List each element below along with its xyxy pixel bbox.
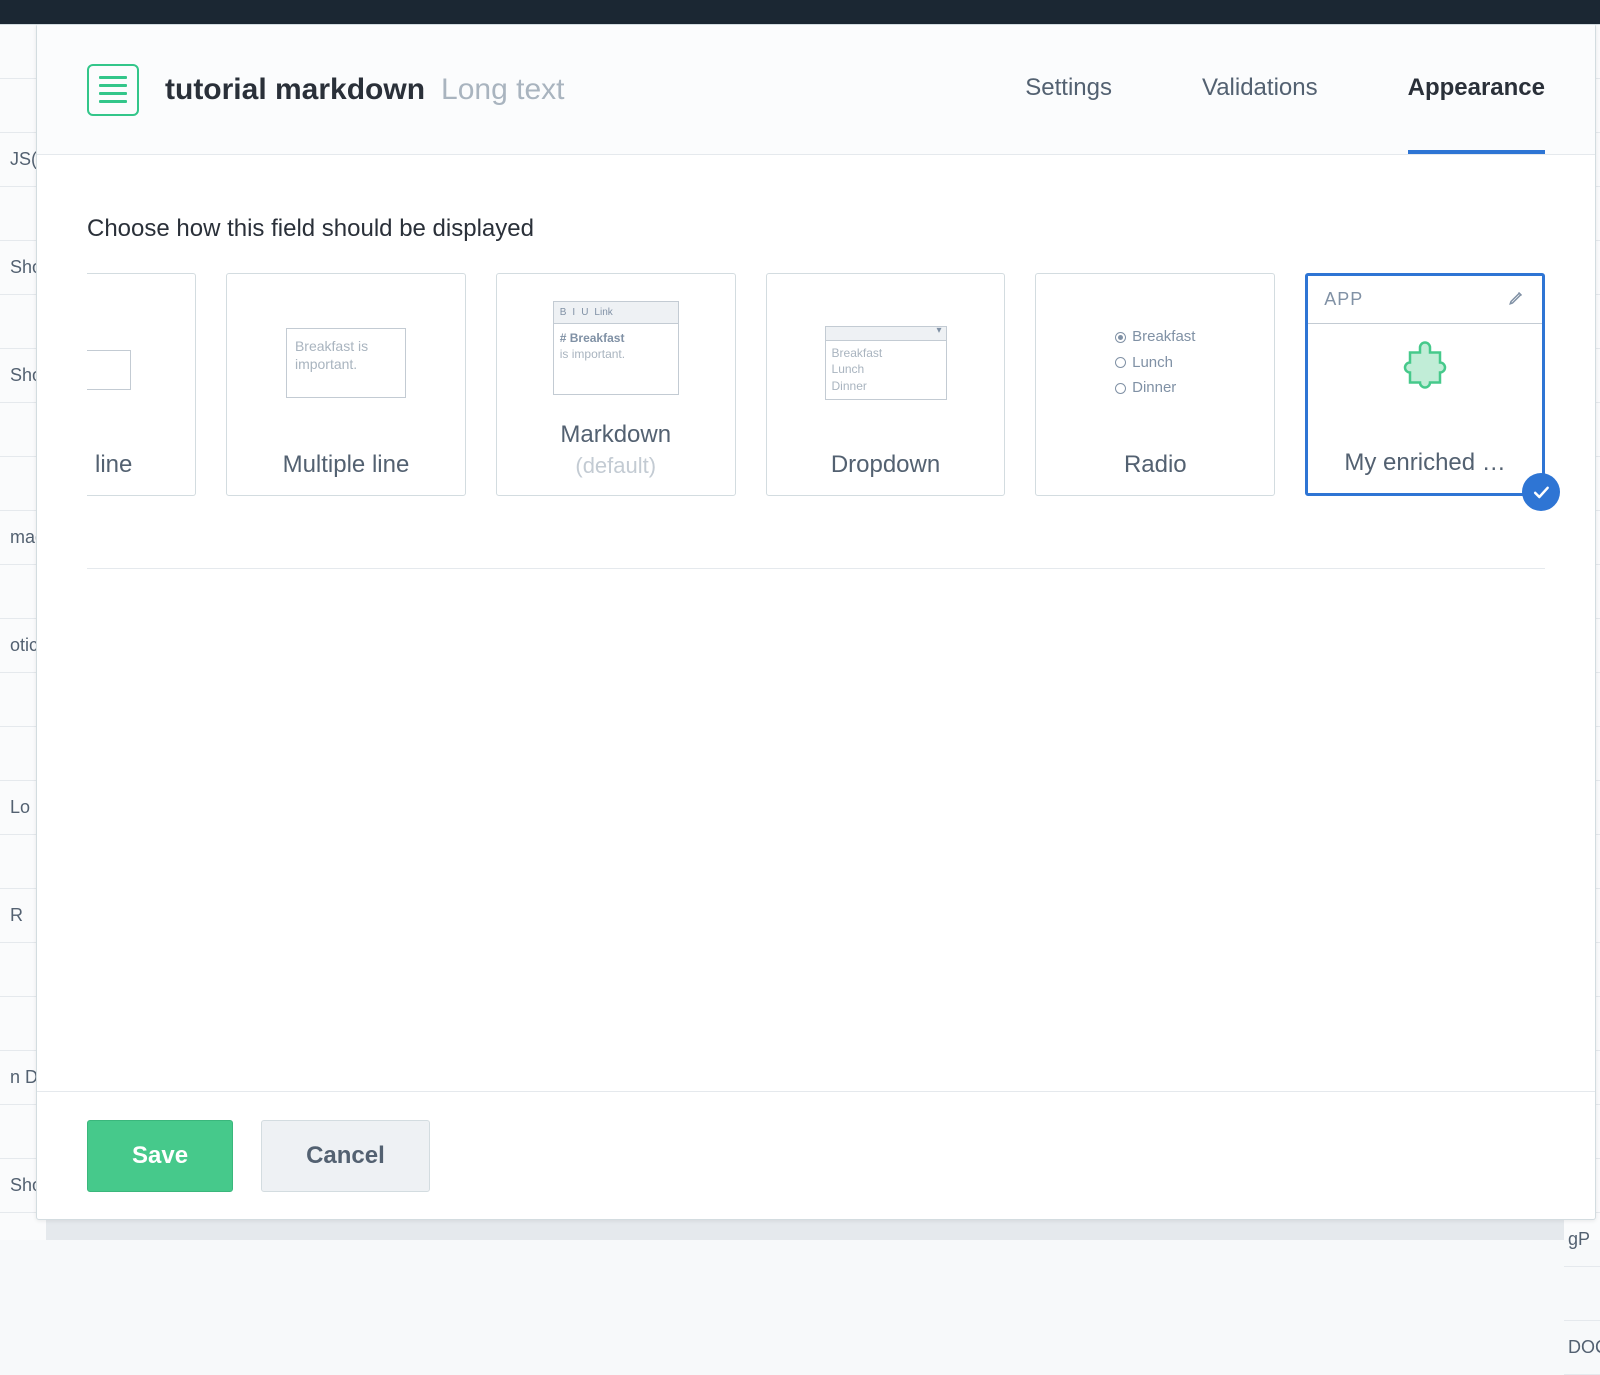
modal-tabs: Settings Validations Appearance: [1025, 25, 1545, 154]
save-button[interactable]: Save: [87, 1120, 233, 1192]
appearance-option-radio[interactable]: BreakfastLunchDinnerRadio: [1035, 273, 1275, 496]
option-label: Multiple line: [283, 451, 410, 479]
appearance-option-dropdown[interactable]: BreakfastLunchDinnerDropdown: [766, 273, 1006, 496]
field-name: tutorial markdown: [165, 73, 425, 107]
option-label: Radio: [1124, 451, 1187, 479]
selected-check-icon: [1522, 473, 1560, 511]
option-label: Markdown: [560, 421, 671, 449]
field-editor-modal: tutorial markdown Long text Settings Vali…: [36, 24, 1596, 1220]
modal-header: tutorial markdown Long text Settings Vali…: [37, 25, 1595, 155]
tab-settings[interactable]: Settings: [1025, 25, 1112, 154]
tab-validations[interactable]: Validations: [1202, 25, 1318, 154]
bg-right-row: gP: [1564, 1213, 1600, 1267]
section-divider: [87, 568, 1545, 569]
modal-footer: Save Cancel: [37, 1091, 1595, 1219]
appearance-content: Choose how this field should be displaye…: [37, 155, 1595, 599]
bg-right-row: DOCUM: [1564, 1321, 1600, 1375]
app-badge: APP: [1324, 289, 1363, 310]
app-card-header: APP: [1308, 276, 1542, 324]
bg-right-row: [1564, 1267, 1600, 1321]
long-text-icon: [87, 64, 139, 116]
field-type-label: Long text: [441, 73, 564, 107]
appearance-prompt: Choose how this field should be displaye…: [87, 215, 1545, 243]
pencil-icon[interactable]: [1508, 288, 1526, 311]
option-label: My enriched …: [1344, 449, 1505, 477]
option-preview: Breakfast is important.: [227, 274, 465, 451]
appearance-options: line Breakfast is important.Multiple line…: [87, 273, 1545, 496]
puzzle-icon: [1395, 320, 1455, 405]
option-preview: BreakfastLunchDinner: [1036, 274, 1274, 451]
option-preview: BIULink# Breakfastis important.: [497, 274, 735, 421]
tab-appearance[interactable]: Appearance: [1408, 25, 1545, 154]
appearance-option-single-line[interactable]: line: [87, 273, 196, 496]
background-topbar: [0, 0, 1600, 24]
appearance-option-app[interactable]: APP My enriched …: [1305, 273, 1545, 496]
appearance-option-multiple-line[interactable]: Breakfast is important.Multiple line: [226, 273, 466, 496]
option-label: line: [95, 451, 132, 479]
option-label: Dropdown: [831, 451, 940, 479]
cancel-button[interactable]: Cancel: [261, 1120, 430, 1192]
option-sublabel: (default): [575, 453, 656, 479]
option-preview: BreakfastLunchDinner: [767, 274, 1005, 451]
appearance-option-markdown[interactable]: BIULink# Breakfastis important.Markdown (…: [496, 273, 736, 496]
